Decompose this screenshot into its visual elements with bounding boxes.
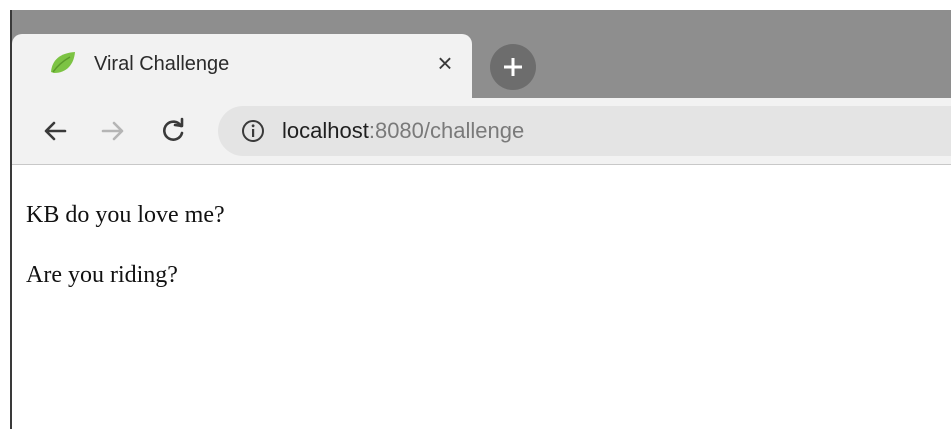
- info-icon[interactable]: [240, 118, 266, 144]
- url-text[interactable]: localhost:8080/challenge: [282, 118, 524, 144]
- forward-button[interactable]: [96, 114, 130, 148]
- browser-toolbar: localhost:8080/challenge: [12, 98, 951, 165]
- reload-button[interactable]: [156, 114, 190, 148]
- plus-icon: [504, 58, 522, 76]
- page-text-line: KB do you love me?: [26, 202, 225, 228]
- tab-title: Viral Challenge: [94, 53, 230, 75]
- forward-arrow-icon: [101, 121, 124, 141]
- close-icon[interactable]: ×: [430, 48, 460, 78]
- back-arrow-icon: [44, 121, 67, 141]
- new-tab-button[interactable]: [490, 44, 536, 90]
- browser-window: Viral Challenge × localhost:8080/challen…: [0, 0, 951, 429]
- url-path: :8080/challenge: [368, 118, 525, 143]
- reload-icon: [163, 117, 184, 141]
- page-text-line: Are you riding?: [26, 262, 178, 288]
- back-button[interactable]: [38, 114, 72, 148]
- url-host: localhost: [282, 118, 369, 143]
- page-content: KB do you love me? Are you riding?: [12, 165, 951, 429]
- tab-viral-challenge[interactable]: Viral Challenge ×: [12, 34, 472, 98]
- spring-leaf-icon: [48, 48, 78, 78]
- address-bar[interactable]: localhost:8080/challenge: [218, 106, 951, 156]
- window-edge: [10, 10, 12, 429]
